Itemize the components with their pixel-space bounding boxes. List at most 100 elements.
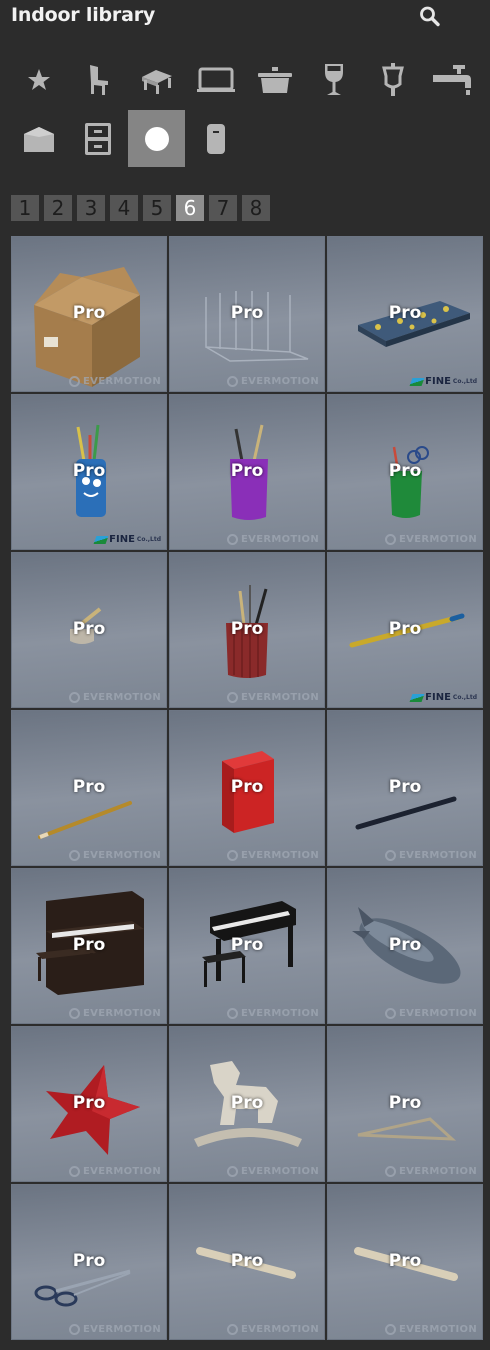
library-title: Indoor library bbox=[11, 4, 156, 26]
evermotion-watermark: EVERMOTION bbox=[227, 850, 319, 861]
evermotion-watermark: EVERMOTION bbox=[69, 376, 161, 387]
evermotion-watermark: EVERMOTION bbox=[69, 692, 161, 703]
evermotion-watermark: EVERMOTION bbox=[69, 850, 161, 861]
box-icon bbox=[23, 126, 54, 152]
item-red-pencil-cup[interactable]: Pro EVERMOTION bbox=[169, 552, 325, 708]
evermotion-watermark: EVERMOTION bbox=[69, 1324, 161, 1335]
circle-icon bbox=[144, 126, 169, 151]
pro-badge: Pro bbox=[230, 777, 264, 797]
item-upright-piano[interactable]: Pro EVERMOTION bbox=[11, 868, 167, 1024]
cabinet-icon bbox=[84, 122, 111, 155]
category-electronics[interactable] bbox=[187, 51, 244, 108]
evermotion-watermark: EVERMOTION bbox=[69, 1166, 161, 1177]
fine-watermark: FINE Co.,Ltd bbox=[409, 692, 477, 703]
item-triangle-ruler[interactable]: Pro EVERMOTION bbox=[327, 1026, 483, 1182]
pro-badge: Pro bbox=[72, 935, 106, 955]
category-tableware[interactable] bbox=[305, 51, 362, 108]
category-lighting[interactable] bbox=[364, 51, 421, 108]
page-button-3[interactable]: 3 bbox=[77, 195, 105, 221]
item-pencil-case[interactable]: Pro FINE Co.,Ltd bbox=[327, 236, 483, 392]
item-digital-piano[interactable]: Pro EVERMOTION bbox=[169, 868, 325, 1024]
page-button-7[interactable]: 7 bbox=[209, 195, 237, 221]
category-cabinets[interactable] bbox=[69, 110, 126, 167]
fine-watermark: FINE Co.,Ltd bbox=[409, 376, 477, 387]
evermotion-watermark: EVERMOTION bbox=[69, 1008, 161, 1019]
item-green-pencil-cup[interactable]: Pro EVERMOTION bbox=[327, 394, 483, 550]
item-wire-paper-holder[interactable]: Pro EVERMOTION bbox=[169, 236, 325, 392]
evermotion-watermark: EVERMOTION bbox=[227, 1166, 319, 1177]
page-button-2[interactable]: 2 bbox=[44, 195, 72, 221]
pro-badge: Pro bbox=[388, 303, 422, 323]
table-icon bbox=[141, 69, 172, 94]
pro-badge: Pro bbox=[230, 619, 264, 639]
evermotion-watermark: EVERMOTION bbox=[385, 1166, 477, 1177]
evermotion-watermark: EVERMOTION bbox=[227, 1008, 319, 1019]
category-decor[interactable] bbox=[128, 110, 185, 167]
pro-badge: Pro bbox=[72, 619, 106, 639]
pro-badge: Pro bbox=[72, 303, 106, 323]
evermotion-watermark: EVERMOTION bbox=[385, 534, 477, 545]
category-row-1 bbox=[0, 51, 490, 109]
category-boxes[interactable] bbox=[10, 110, 67, 167]
pro-badge: Pro bbox=[72, 1251, 106, 1271]
evermotion-watermark: EVERMOTION bbox=[227, 692, 319, 703]
category-chairs[interactable] bbox=[69, 51, 126, 108]
fine-watermark: FINE Co.,Ltd bbox=[93, 534, 161, 545]
item-paper-roll[interactable]: Pro EVERMOTION bbox=[169, 1184, 325, 1340]
category-bathroom[interactable] bbox=[423, 51, 480, 108]
lamp-icon bbox=[381, 62, 404, 96]
evermotion-watermark: EVERMOTION bbox=[227, 1324, 319, 1335]
pot-icon bbox=[257, 66, 292, 93]
item-yellow-pencil[interactable]: Pro FINE Co.,Ltd bbox=[327, 552, 483, 708]
pro-badge: Pro bbox=[388, 935, 422, 955]
item-red-desk-organizer[interactable]: Pro EVERMOTION bbox=[169, 710, 325, 866]
cylinder-icon bbox=[206, 123, 225, 154]
item-blue-pencil-cup[interactable]: Pro FINE Co.,Ltd bbox=[11, 394, 167, 550]
search-icon[interactable] bbox=[418, 5, 442, 27]
pro-badge: Pro bbox=[388, 619, 422, 639]
item-airship-toy[interactable]: Pro EVERMOTION bbox=[327, 868, 483, 1024]
category-favorites[interactable] bbox=[10, 51, 67, 108]
item-pen-stand[interactable]: Pro EVERMOTION bbox=[11, 552, 167, 708]
page-button-1[interactable]: 1 bbox=[11, 195, 39, 221]
wine-glass-icon bbox=[324, 63, 343, 95]
evermotion-watermark: EVERMOTION bbox=[385, 850, 477, 861]
page-button-4[interactable]: 4 bbox=[110, 195, 138, 221]
evermotion-watermark: EVERMOTION bbox=[227, 534, 319, 545]
item-paper-roll-2[interactable]: Pro EVERMOTION bbox=[327, 1184, 483, 1340]
category-row-2 bbox=[0, 110, 490, 168]
laptop-icon bbox=[196, 67, 235, 92]
pro-badge: Pro bbox=[230, 461, 264, 481]
item-cardboard-box[interactable]: Pro EVERMOTION bbox=[11, 236, 167, 392]
page-button-6[interactable]: 6 bbox=[176, 195, 204, 221]
evermotion-watermark: EVERMOTION bbox=[385, 1324, 477, 1335]
chair-icon bbox=[89, 64, 108, 95]
category-misc[interactable] bbox=[187, 110, 244, 167]
pro-badge: Pro bbox=[388, 461, 422, 481]
page-button-8[interactable]: 8 bbox=[242, 195, 270, 221]
item-grid: Pro EVERMOTION Pro EVERMOTION Pro FINE Co… bbox=[11, 236, 483, 1340]
pro-badge: Pro bbox=[230, 1251, 264, 1271]
pro-badge: Pro bbox=[72, 1093, 106, 1113]
pro-badge: Pro bbox=[388, 1093, 422, 1113]
item-pencil[interactable]: Pro EVERMOTION bbox=[11, 710, 167, 866]
category-kitchen[interactable] bbox=[246, 51, 303, 108]
evermotion-watermark: EVERMOTION bbox=[385, 1008, 477, 1019]
page-button-5[interactable]: 5 bbox=[143, 195, 171, 221]
library-header: Indoor library bbox=[0, 0, 490, 34]
pro-badge: Pro bbox=[388, 777, 422, 797]
item-purple-pencil-cup[interactable]: Pro EVERMOTION bbox=[169, 394, 325, 550]
item-scissors[interactable]: Pro EVERMOTION bbox=[11, 1184, 167, 1340]
pro-badge: Pro bbox=[230, 935, 264, 955]
pro-badge: Pro bbox=[230, 303, 264, 323]
star-icon bbox=[27, 68, 50, 90]
pro-badge: Pro bbox=[72, 777, 106, 797]
evermotion-watermark: EVERMOTION bbox=[227, 376, 319, 387]
pro-badge: Pro bbox=[230, 1093, 264, 1113]
item-black-pen[interactable]: Pro EVERMOTION bbox=[327, 710, 483, 866]
pro-badge: Pro bbox=[388, 1251, 422, 1271]
category-tables[interactable] bbox=[128, 51, 185, 108]
faucet-icon bbox=[432, 64, 471, 95]
item-rocking-horse[interactable]: Pro EVERMOTION bbox=[169, 1026, 325, 1182]
item-star-pillow[interactable]: Pro EVERMOTION bbox=[11, 1026, 167, 1182]
